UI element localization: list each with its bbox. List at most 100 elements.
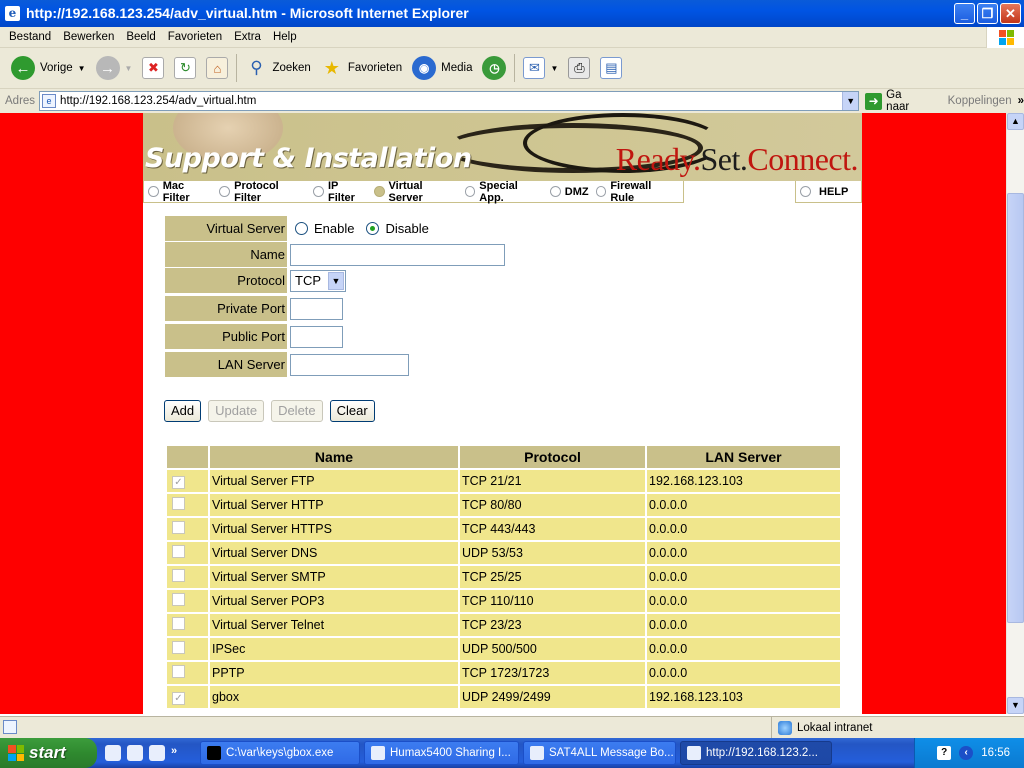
vertical-scrollbar[interactable]: ▲ ▼ — [1006, 113, 1024, 714]
chevron-right-icon[interactable]: » — [171, 745, 177, 761]
row-checkbox[interactable] — [172, 593, 185, 606]
task-sat4all[interactable]: SAT4ALL Message Bo... — [523, 741, 676, 765]
help-tray-icon[interactable]: ? — [937, 746, 952, 760]
history-button[interactable]: ◷ — [477, 52, 511, 84]
chevron-right-icon[interactable]: » — [1012, 95, 1024, 107]
mail-button[interactable]: ✉ ▼ — [518, 52, 563, 84]
scroll-down-icon[interactable]: ▼ — [1007, 697, 1024, 714]
media-button[interactable]: ◉ Media — [407, 52, 477, 84]
home-button[interactable]: ⌂ — [201, 52, 233, 84]
chevron-left-icon[interactable]: ‹ — [959, 746, 974, 760]
back-dropdown-icon[interactable]: ▼ — [78, 64, 86, 73]
task-router-page[interactable]: http://192.168.123.2... — [680, 741, 832, 765]
row-checkbox[interactable] — [172, 641, 185, 654]
name-input[interactable] — [290, 243, 505, 266]
tab-mac-filter[interactable]: Mac Filter — [148, 180, 219, 204]
page-status-icon — [3, 720, 17, 734]
ie-quicklaunch-icon[interactable] — [127, 745, 143, 761]
printer-icon: ⎙ — [568, 57, 591, 79]
links-button[interactable]: Koppelingen — [928, 95, 1012, 107]
row-checkbox[interactable] — [172, 617, 185, 630]
start-button[interactable]: start — [0, 738, 97, 768]
delete-button[interactable]: Delete — [271, 400, 323, 422]
mail-dropdown-icon[interactable]: ▼ — [550, 64, 558, 73]
print-button[interactable]: ⎙ — [563, 52, 595, 84]
task-gbox[interactable]: C:\var\keys\gbox.exe — [200, 741, 360, 765]
back-button[interactable]: ← Vorige ▼ — [6, 52, 91, 84]
windows-logo-icon — [8, 745, 24, 761]
table-row[interactable]: Virtual Server SMTP TCP 25/25 0.0.0.0 — [167, 566, 840, 588]
private-port-input[interactable] — [290, 297, 343, 320]
private-port-label: Private Port — [165, 296, 287, 321]
address-url: http://192.168.123.254/adv_virtual.htm — [60, 95, 257, 107]
row-checkbox[interactable]: ✓ — [172, 691, 185, 705]
tab-ip-filter[interactable]: IP Filter — [313, 180, 374, 204]
back-label: Vorige — [40, 62, 73, 74]
table-row[interactable]: ✓ gbox UDP 2499/2499 192.168.123.103 — [167, 686, 840, 708]
edit-button[interactable]: ▤ — [595, 52, 627, 84]
go-button[interactable]: ➜ Ga naar — [859, 89, 927, 113]
mail-icon: ✉ — [523, 57, 546, 79]
forward-button[interactable]: → ▼ — [91, 52, 138, 84]
menu-extra[interactable]: Extra — [228, 31, 267, 43]
tab-protocol-filter[interactable]: Protocol Filter — [219, 180, 313, 204]
tab-virtual-server[interactable]: Virtual Server — [373, 180, 465, 204]
lan-server-cell: 0.0.0.0 — [647, 494, 840, 516]
table-row[interactable]: Virtual Server HTTP TCP 80/80 0.0.0.0 — [167, 494, 840, 516]
menu-beeld[interactable]: Beeld — [120, 31, 161, 43]
menu-bewerken[interactable]: Bewerken — [57, 31, 120, 43]
row-checkbox[interactable] — [172, 545, 185, 558]
favorites-button[interactable]: ★ Favorieten — [316, 52, 407, 84]
update-button[interactable]: Update — [208, 400, 265, 422]
clock: 16:56 — [981, 747, 1010, 759]
menu-favorieten[interactable]: Favorieten — [162, 31, 228, 43]
table-header-row: Name Protocol LAN Server — [167, 446, 840, 468]
help-button[interactable]: HELP — [795, 181, 862, 203]
protocol-cell: TCP 110/110 — [460, 590, 645, 612]
table-row[interactable]: IPSec UDP 500/500 0.0.0.0 — [167, 638, 840, 660]
table-row[interactable]: Virtual Server HTTPS TCP 443/443 0.0.0.0 — [167, 518, 840, 540]
row-select-cell — [167, 662, 208, 684]
enable-radio[interactable] — [295, 222, 308, 235]
search-button[interactable]: ⚲ Zoeken — [240, 52, 315, 84]
radio-icon — [595, 186, 607, 197]
public-port-input[interactable] — [290, 325, 343, 348]
row-select-cell — [167, 518, 208, 540]
table-row[interactable]: Virtual Server DNS UDP 53/53 0.0.0.0 — [167, 542, 840, 564]
scroll-thumb[interactable] — [1007, 193, 1024, 623]
lan-server-input[interactable] — [290, 353, 409, 376]
table-row[interactable]: ✓ Virtual Server FTP TCP 21/21 192.168.123.… — [167, 470, 840, 492]
tab-firewall-rule[interactable]: Firewall Rule — [595, 180, 683, 204]
row-checkbox[interactable] — [172, 569, 185, 582]
maximize-button[interactable]: ❐ — [977, 3, 998, 24]
scroll-up-icon[interactable]: ▲ — [1007, 113, 1024, 130]
tab-special-app[interactable]: Special App. — [464, 180, 550, 204]
tagline-ready: Ready. — [615, 141, 701, 177]
minimize-button[interactable]: _ — [954, 3, 975, 24]
stop-button[interactable]: ✖ — [137, 52, 169, 84]
refresh-button[interactable]: ↻ — [169, 52, 201, 84]
radio-selected-icon — [373, 186, 385, 197]
close-button[interactable]: ✕ — [1000, 3, 1021, 24]
table-row[interactable]: Virtual Server POP3 TCP 110/110 0.0.0.0 — [167, 590, 840, 612]
table-row[interactable]: Virtual Server Telnet TCP 23/23 0.0.0.0 — [167, 614, 840, 636]
menu-bestand[interactable]: Bestand — [3, 31, 57, 43]
row-checkbox[interactable] — [172, 497, 185, 510]
disable-radio[interactable] — [366, 222, 380, 235]
row-checkbox[interactable] — [172, 521, 185, 534]
clear-button[interactable]: Clear — [329, 400, 375, 422]
app-quicklaunch-icon[interactable] — [149, 745, 165, 761]
protocol-select[interactable]: TCP ▼ — [290, 269, 346, 292]
chevron-down-icon: ▼ — [328, 271, 344, 290]
row-checkbox[interactable] — [172, 665, 185, 678]
table-row[interactable]: PPTP TCP 1723/1723 0.0.0.0 — [167, 662, 840, 684]
add-button[interactable]: Add — [164, 400, 202, 422]
address-dropdown-icon[interactable]: ▼ — [842, 92, 859, 110]
tab-dmz[interactable]: DMZ — [549, 186, 596, 198]
menu-help[interactable]: Help — [267, 31, 303, 43]
address-input[interactable]: e http://192.168.123.254/adv_virtual.htm… — [39, 91, 860, 111]
lan-server-cell: 0.0.0.0 — [647, 614, 840, 636]
outlook-icon[interactable] — [105, 745, 121, 761]
row-checkbox[interactable]: ✓ — [172, 475, 185, 489]
task-humax[interactable]: Humax5400 Sharing I... — [364, 741, 519, 765]
